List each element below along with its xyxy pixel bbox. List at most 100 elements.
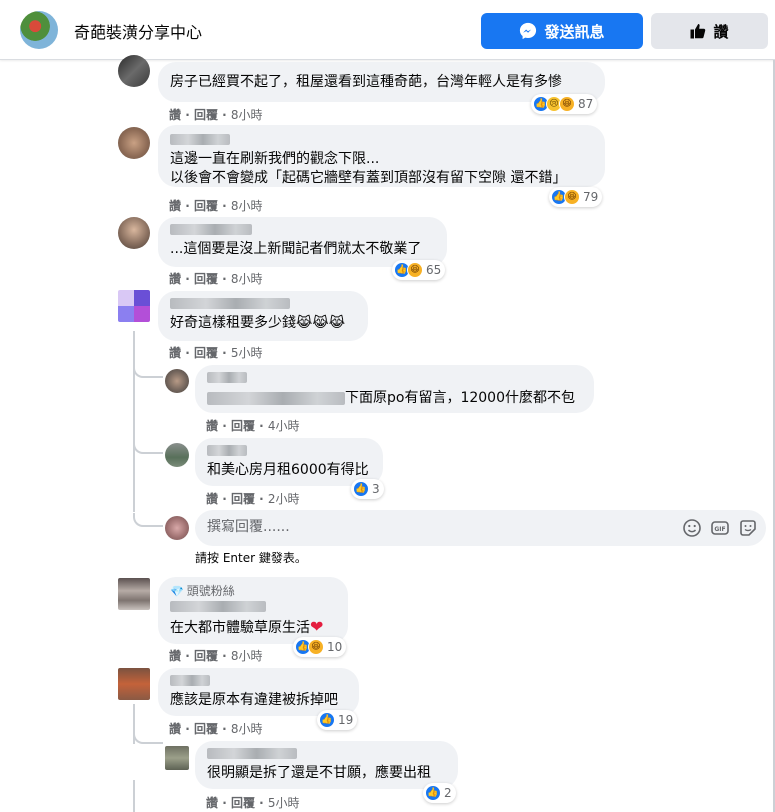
comment-actions: 讚 · 回覆 · 8小時 — [169, 722, 263, 736]
like-reaction-icon: 👍 — [353, 481, 369, 497]
reaction-summary[interactable]: 👍 😆 10 — [293, 637, 347, 657]
like-reaction-icon: 👍 — [319, 712, 335, 728]
comment-text: 應該是原本有違建被拆掉吧 — [170, 692, 338, 708]
timestamp[interactable]: 2小時 — [268, 492, 300, 506]
thread-curve — [133, 730, 163, 744]
avatar[interactable] — [165, 443, 189, 467]
commenter-name[interactable] — [207, 372, 247, 383]
timestamp[interactable]: 8小時 — [231, 722, 263, 736]
reply-link[interactable]: 回覆 — [231, 492, 255, 506]
thread-line — [133, 331, 135, 512]
reaction-count: 65 — [426, 263, 442, 277]
commenter-name[interactable] — [170, 224, 252, 235]
timestamp[interactable]: 8小時 — [231, 199, 263, 213]
comment-actions: 讚 · 回覆 · 8小時 — [169, 272, 263, 286]
commenter-name[interactable] — [170, 675, 210, 686]
gif-icon[interactable]: GIF — [710, 518, 730, 538]
reaction-count: 3 — [372, 482, 380, 496]
comment-text: 和美心房月租6000有得比 — [207, 462, 369, 478]
page-title[interactable]: 奇葩裝潢分享中心 — [74, 19, 202, 43]
tagged-user[interactable] — [207, 392, 345, 405]
comment-actions: 讚 · 回覆 · 5小時 — [169, 346, 263, 360]
reaction-summary[interactable]: 👍 2 — [423, 783, 456, 803]
reply-input[interactable] — [207, 519, 647, 535]
comment-bubble: 應該是原本有違建被拆掉吧 — [158, 668, 359, 716]
comment-actions: 讚 · 回覆 · 4小時 — [206, 419, 300, 433]
timestamp[interactable]: 5小時 — [268, 796, 300, 810]
avatar[interactable] — [118, 668, 150, 700]
page-avatar[interactable] — [20, 11, 58, 49]
like-link[interactable]: 讚 — [169, 272, 181, 286]
reaction-summary[interactable]: 👍 😢 😆 87 — [531, 94, 598, 114]
timestamp[interactable]: 8小時 — [231, 649, 263, 663]
like-link[interactable]: 讚 — [169, 199, 181, 213]
reaction-summary[interactable]: 👍 😆 65 — [392, 260, 446, 280]
like-reaction-icon: 👍 — [425, 785, 441, 801]
timestamp[interactable]: 8小時 — [231, 108, 263, 122]
timestamp[interactable]: 8小時 — [231, 272, 263, 286]
like-link[interactable]: 讚 — [169, 108, 181, 122]
commenter-name[interactable] — [207, 748, 297, 759]
reply-link[interactable]: 回覆 — [194, 346, 218, 360]
haha-reaction-icon: 😆 — [308, 639, 324, 655]
avatar[interactable] — [118, 55, 150, 87]
like-link[interactable]: 讚 — [206, 796, 218, 810]
like-link[interactable]: 讚 — [206, 492, 218, 506]
like-link[interactable]: 讚 — [169, 649, 181, 663]
reply-link[interactable]: 回覆 — [194, 722, 218, 736]
like-link[interactable]: 讚 — [169, 346, 181, 360]
comment-text-line2: 以後會不會變成「起碼它牆壁有蓋到頂部沒有留下空隙 還不錯」 — [170, 170, 567, 186]
reply-link[interactable]: 回覆 — [231, 796, 255, 810]
svg-text:GIF: GIF — [714, 526, 725, 533]
reaction-count: 87 — [578, 97, 594, 111]
reaction-summary[interactable]: 👍 19 — [317, 710, 358, 730]
page-header: 奇葩裝潢分享中心 發送訊息 讚 — [0, 0, 775, 60]
avatar[interactable] — [165, 746, 189, 770]
comment-actions: 讚 · 回覆 · 5小時 — [206, 796, 300, 810]
my-avatar[interactable] — [165, 516, 189, 540]
comment-bubble: 💎 頭號粉絲 在大都市體驗草原生活❤ — [158, 577, 348, 644]
avatar[interactable] — [118, 578, 150, 610]
commenter-name[interactable] — [207, 445, 247, 456]
like-page-button[interactable]: 讚 — [651, 13, 768, 49]
reply-bubble: 和美心房月租6000有得比 — [195, 438, 383, 486]
avatar[interactable] — [165, 369, 189, 393]
sticker-icon[interactable] — [738, 518, 758, 538]
comment-text: 這邊一直在刷新我們的觀念下限... — [170, 151, 380, 167]
like-page-label: 讚 — [713, 22, 729, 41]
reply-link[interactable]: 回覆 — [194, 649, 218, 663]
avatar[interactable] — [118, 127, 150, 159]
avatar[interactable] — [118, 217, 150, 249]
reply-link[interactable]: 回覆 — [194, 199, 218, 213]
avatar[interactable] — [118, 290, 150, 322]
enter-to-post-hint: 請按 Enter 鍵發表。 — [195, 551, 307, 565]
thumbs-up-icon — [690, 24, 706, 39]
reply-link[interactable]: 回覆 — [194, 108, 218, 122]
like-link[interactable]: 讚 — [206, 419, 218, 433]
reply-bubble: 下面原po有留言，12000什麼都不包 — [195, 365, 594, 413]
reply-link[interactable]: 回覆 — [231, 419, 255, 433]
timestamp[interactable]: 5小時 — [231, 346, 263, 360]
comment-actions: 讚 · 回覆 · 2小時 — [206, 492, 300, 506]
timestamp[interactable]: 4小時 — [268, 419, 300, 433]
commenter-name[interactable] — [170, 298, 290, 309]
comment-text: 好奇這樣租要多少錢😹😹😹 — [170, 315, 346, 331]
comment-actions: 讚 · 回覆 · 8小時 — [169, 199, 263, 213]
reaction-count: 79 — [583, 190, 599, 204]
reaction-summary[interactable]: 👍 😆 79 — [549, 187, 603, 207]
commenter-name[interactable] — [170, 134, 230, 145]
like-link[interactable]: 讚 — [169, 722, 181, 736]
comment-actions: 讚 · 回覆 · 8小時 — [169, 649, 263, 663]
reply-composer[interactable]: GIF — [195, 510, 766, 546]
send-message-button[interactable]: 發送訊息 — [481, 13, 643, 49]
reaction-summary[interactable]: 👍 3 — [351, 479, 384, 499]
top-fan-badge[interactable]: 💎 頭號粉絲 — [170, 584, 336, 599]
comment-text: 房子已經買不起了，租屋還看到這種奇葩，台灣年輕人是有多慘 — [170, 74, 562, 90]
messenger-icon — [520, 22, 537, 40]
thread-curve — [133, 364, 163, 378]
reply-link[interactable]: 回覆 — [194, 272, 218, 286]
emoji-icon[interactable] — [682, 518, 702, 538]
reaction-count: 2 — [444, 786, 452, 800]
diamond-icon: 💎 — [170, 585, 184, 598]
commenter-name[interactable] — [170, 601, 266, 612]
